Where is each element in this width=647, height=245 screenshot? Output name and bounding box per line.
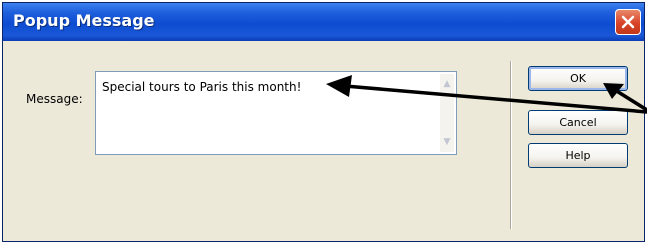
- ok-button[interactable]: OK: [528, 66, 628, 91]
- popup-message-dialog: Popup Message Message: Special tours to …: [2, 2, 645, 242]
- close-icon: [621, 15, 635, 29]
- title-bar[interactable]: Popup Message: [3, 3, 644, 41]
- message-label: Message:: [26, 92, 83, 106]
- help-button[interactable]: Help: [528, 143, 628, 168]
- scroll-down-icon[interactable]: ▼: [441, 136, 453, 148]
- message-text: Special tours to Paris this month!: [102, 80, 302, 94]
- message-textarea[interactable]: Special tours to Paris this month! ▲ ▼: [95, 71, 457, 155]
- vertical-divider: [510, 61, 512, 229]
- dialog-body: Message: Special tours to Paris this mon…: [3, 41, 644, 241]
- cancel-button[interactable]: Cancel: [528, 110, 628, 135]
- close-button[interactable]: [615, 9, 641, 35]
- scroll-up-icon[interactable]: ▲: [441, 78, 453, 90]
- textarea-scrollbar[interactable]: ▲ ▼: [440, 74, 454, 152]
- dialog-title: Popup Message: [13, 11, 155, 30]
